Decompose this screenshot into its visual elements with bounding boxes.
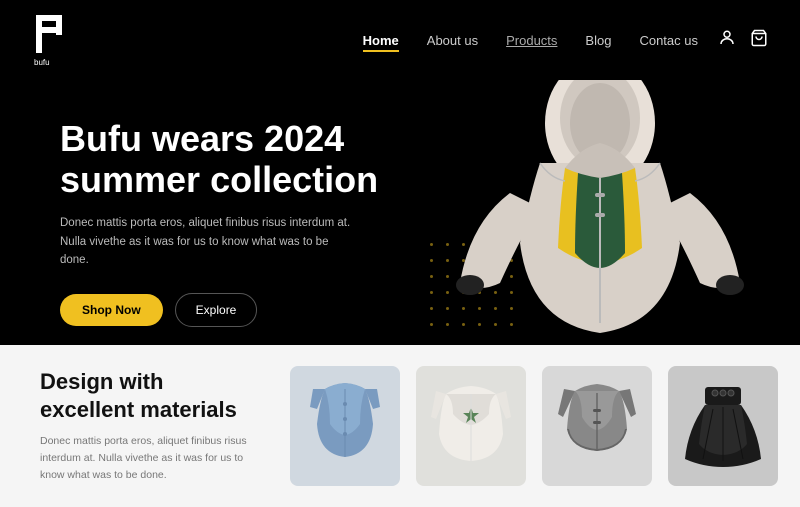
nav-icons — [718, 29, 768, 52]
product-card-3[interactable] — [542, 366, 652, 486]
hero-buttons: Shop Now Explore — [60, 293, 420, 327]
white-jacket-icon — [431, 379, 511, 474]
grey-crop-jacket-icon — [557, 379, 637, 474]
bottom-title: Design with excellent materials — [40, 368, 260, 423]
product-images — [290, 366, 778, 486]
shop-now-button[interactable]: Shop Now — [60, 294, 163, 326]
explore-button[interactable]: Explore — [175, 293, 258, 327]
black-skirt-icon — [683, 379, 763, 474]
bottom-text: Design with excellent materials Donec ma… — [40, 368, 260, 483]
logo-icon: bufu — [32, 13, 72, 68]
hero-title: Bufu wears 2024 summer collection — [60, 118, 420, 201]
hero-jacket-image — [450, 63, 750, 346]
hero-description: Donec mattis porta eros, aliquet finibus… — [60, 214, 360, 269]
hero-content: Bufu wears 2024 summer collection Donec … — [60, 98, 420, 328]
nav-item-home[interactable]: Home — [363, 33, 399, 48]
nav-item-about[interactable]: About us — [427, 33, 478, 48]
cart-icon-button[interactable] — [750, 29, 768, 52]
nav-item-blog[interactable]: Blog — [585, 33, 611, 48]
nav-item-contact[interactable]: Contac us — [639, 33, 698, 48]
hero-image-area — [420, 73, 740, 346]
denim-vest-icon — [305, 379, 385, 474]
product-card-1[interactable] — [290, 366, 400, 486]
header: bufu Home About us Products Blog Contac … — [0, 0, 800, 80]
nav: Home About us Products Blog Contac us — [363, 33, 698, 48]
user-icon-button[interactable] — [718, 29, 736, 52]
product-card-2[interactable] — [416, 366, 526, 486]
logo[interactable]: bufu — [32, 13, 72, 68]
svg-text:bufu: bufu — [34, 58, 50, 67]
bottom-description: Donec mattis porta eros, aliquet finibus… — [40, 433, 260, 483]
nav-item-products[interactable]: Products — [506, 33, 557, 48]
product-card-4[interactable] — [668, 366, 778, 486]
bottom-section: Design with excellent materials Donec ma… — [0, 345, 800, 507]
